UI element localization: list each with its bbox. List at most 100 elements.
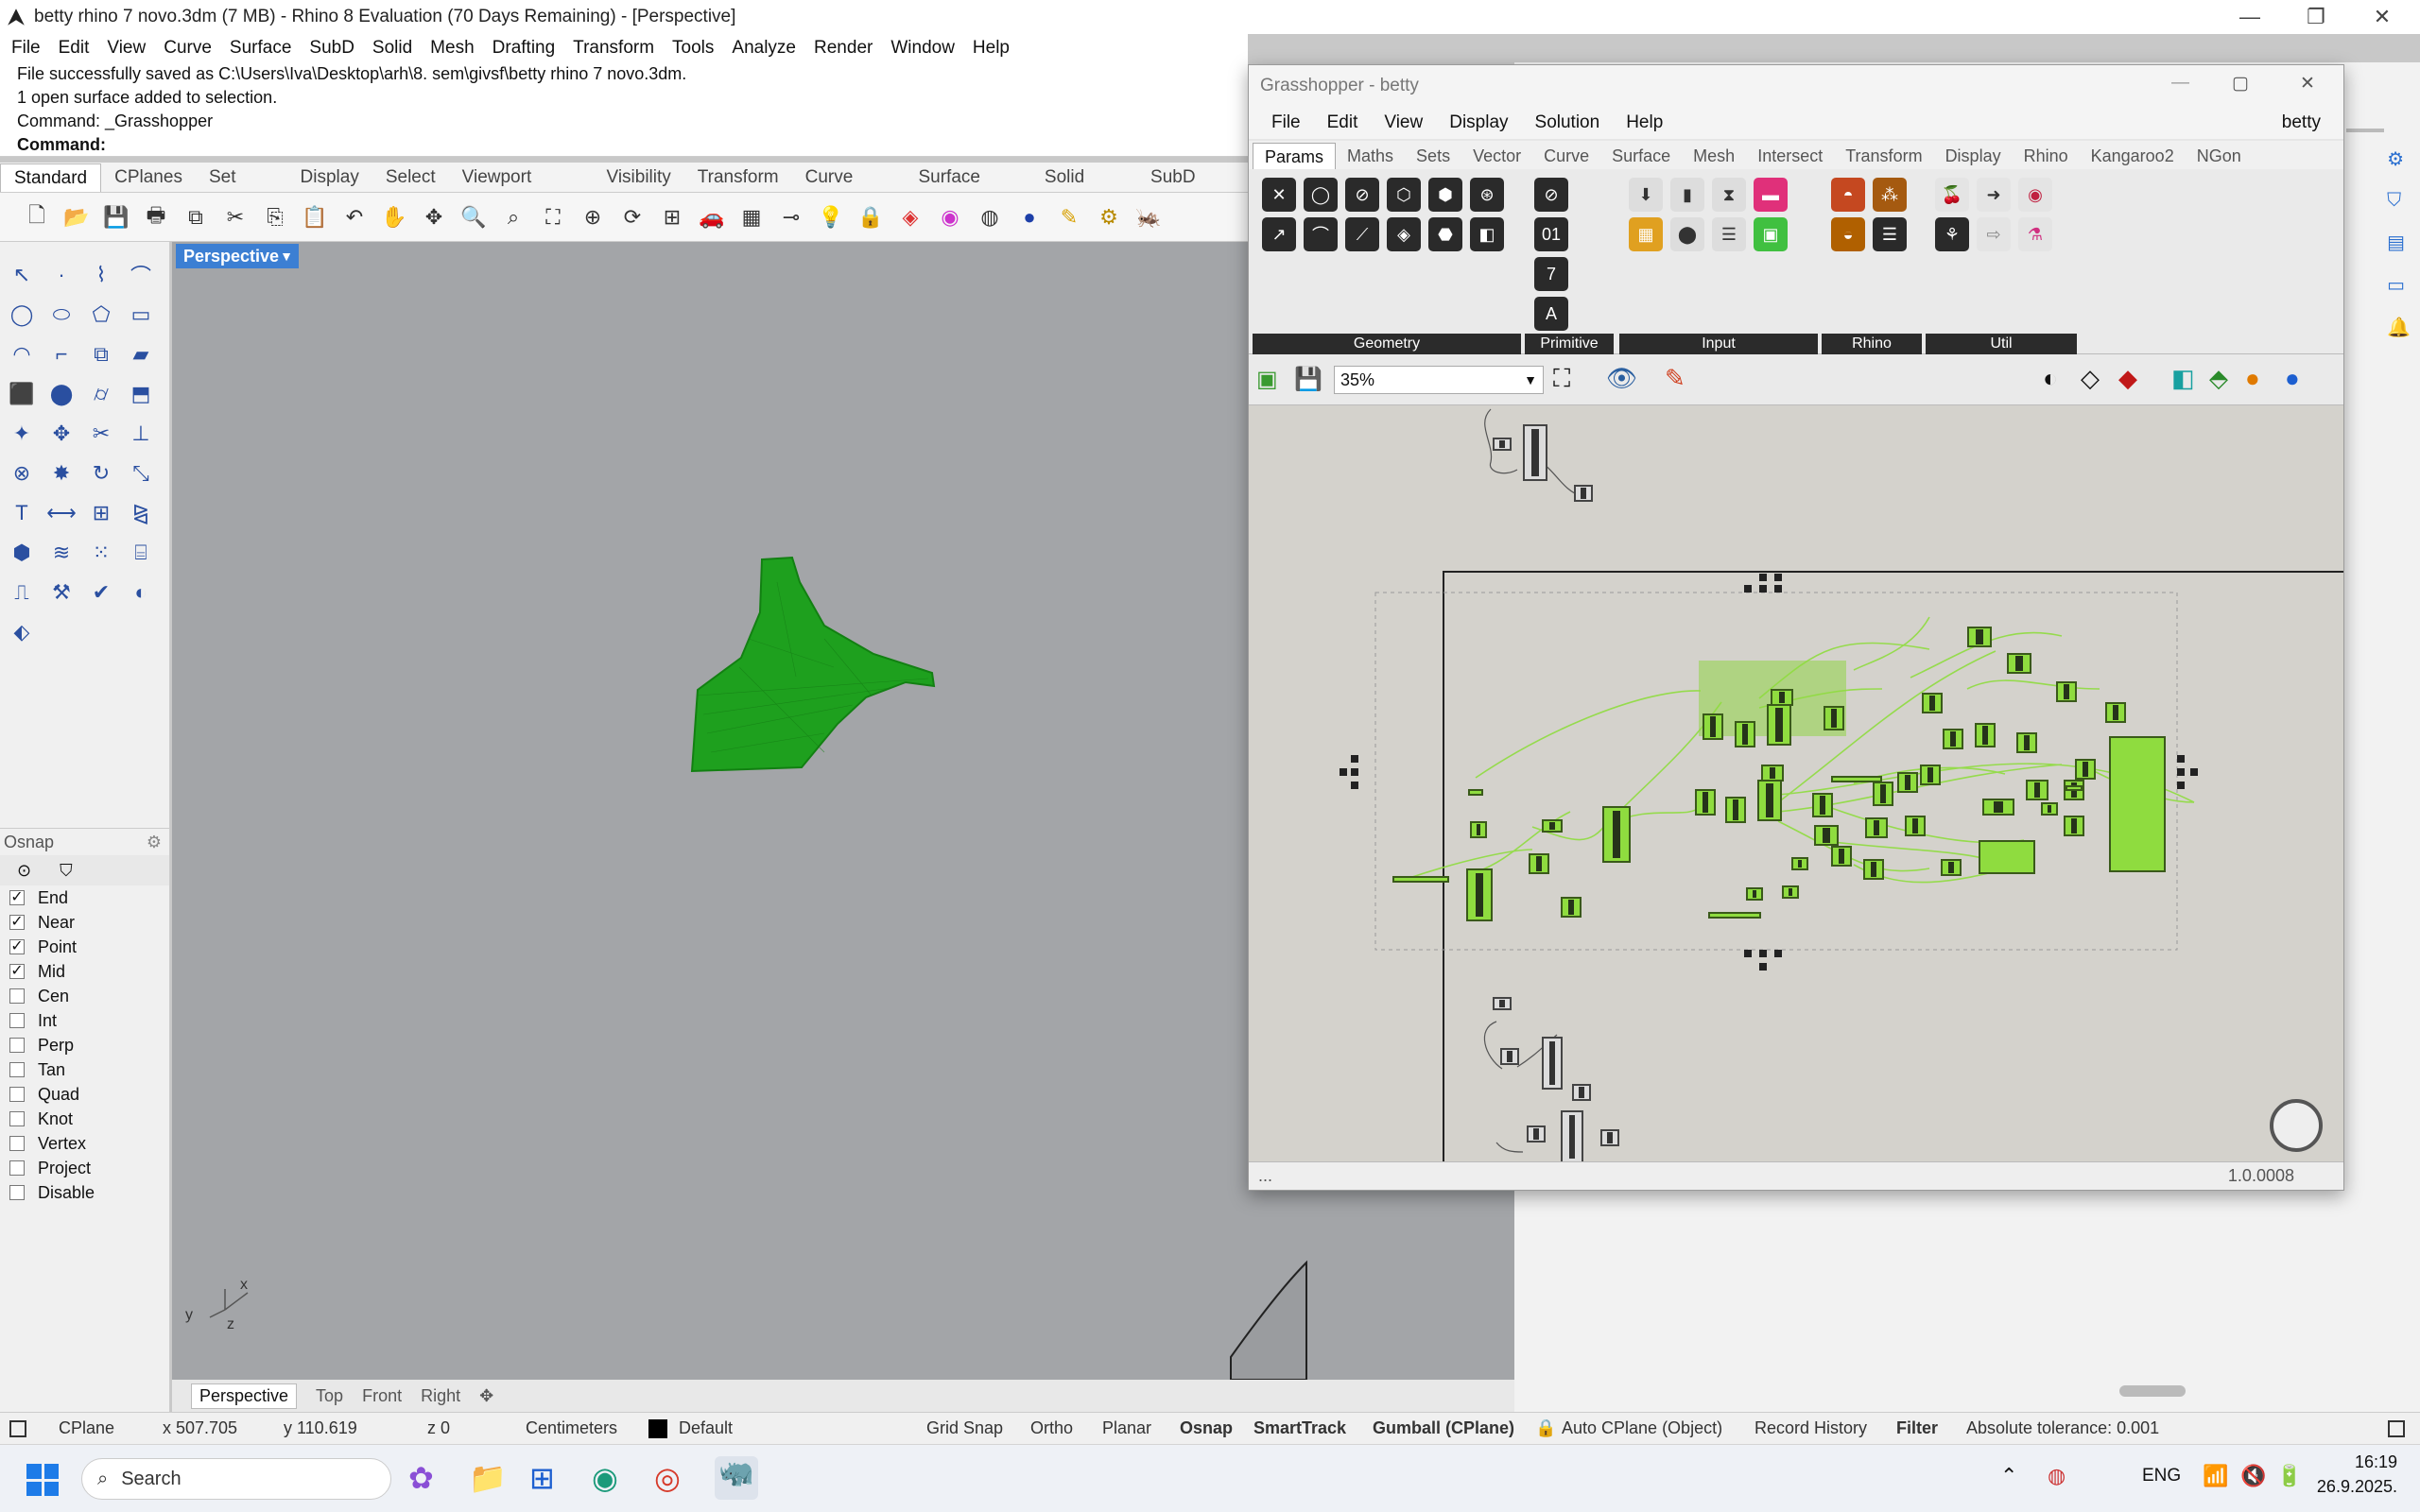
- gh-node[interactable]: [1791, 857, 1808, 870]
- gh-arc-param-icon[interactable]: ⌒: [1304, 217, 1338, 251]
- render-icon[interactable]: ◐: [125, 576, 157, 609]
- gh-render-icon[interactable]: ●: [2285, 364, 2300, 393]
- block-icon[interactable]: ⌸: [125, 537, 157, 569]
- toggle-planar[interactable]: Planar: [1102, 1418, 1151, 1438]
- gh-tab-transform[interactable]: Transform: [1834, 143, 1933, 169]
- four-viewports-icon[interactable]: ⊞: [656, 201, 688, 233]
- menu-help[interactable]: Help: [973, 38, 1010, 59]
- tab-viewport-layout[interactable]: Viewport Layout: [449, 163, 594, 215]
- osnap-checkbox[interactable]: ✓: [9, 890, 25, 905]
- vp-tab-perspective[interactable]: Perspective: [191, 1383, 298, 1409]
- gh-relay-arrow-icon[interactable]: ➜: [1977, 178, 2011, 212]
- chrome-icon[interactable]: ◎: [654, 1460, 681, 1496]
- gh-tab-rhino[interactable]: Rhino: [2013, 143, 2080, 169]
- extrude-icon[interactable]: ⬒: [125, 378, 157, 410]
- osnap-checkbox[interactable]: [9, 1185, 25, 1200]
- gh-node[interactable]: [1574, 485, 1593, 502]
- panel-toggle-icon[interactable]: [2388, 1420, 2405, 1437]
- mesh-surface[interactable]: [690, 556, 936, 773]
- gh-node[interactable]: [1831, 846, 1852, 867]
- gh-group-label[interactable]: Primitive: [1525, 334, 1614, 354]
- tab-visibility[interactable]: Visibility: [593, 163, 683, 192]
- toggle-filter[interactable]: Filter: [1896, 1418, 1938, 1438]
- vp-tab-top[interactable]: Top: [316, 1386, 343, 1406]
- edge-icon[interactable]: ◉: [592, 1460, 618, 1496]
- osnap-item-int[interactable]: Int: [0, 1008, 169, 1033]
- rotate-icon[interactable]: ⟳: [616, 201, 648, 233]
- gh-node[interactable]: [1975, 723, 1996, 747]
- tray-app-icon[interactable]: ◍: [2048, 1464, 2066, 1488]
- toggle-smarttrack[interactable]: SmartTrack: [1253, 1418, 1346, 1438]
- gh-cherry-icon[interactable]: 🍒: [1935, 178, 1969, 212]
- gh-swatch-icon[interactable]: ▣: [1754, 217, 1788, 251]
- toggle-ortho[interactable]: Ortho: [1030, 1418, 1073, 1438]
- gh-number-param-icon[interactable]: 7: [1534, 257, 1568, 291]
- ellipse-icon[interactable]: ⬭: [45, 299, 78, 331]
- gh-node[interactable]: [1527, 1125, 1546, 1143]
- gh-menu-view[interactable]: View: [1384, 112, 1423, 133]
- gh-node[interactable]: [1873, 782, 1893, 806]
- gh-reference-icon[interactable]: ⁂: [1873, 178, 1907, 212]
- copy-icon[interactable]: ⎘: [259, 201, 291, 233]
- layers-icon[interactable]: ▤: [2387, 231, 2411, 254]
- gh-node[interactable]: [1602, 806, 1631, 863]
- gh-slider-node[interactable]: [1708, 912, 1761, 919]
- gh-palette-icon[interactable]: ◉: [2018, 178, 2052, 212]
- pan-icon[interactable]: ✋: [378, 201, 410, 233]
- toggle-auto-cplane[interactable]: Auto CPlane (Object): [1562, 1418, 1722, 1438]
- menu-mesh[interactable]: Mesh: [430, 38, 474, 59]
- file-explorer-icon[interactable]: 📁: [469, 1460, 507, 1496]
- gh-field-param-icon[interactable]: ◧: [1470, 217, 1504, 251]
- gh-node[interactable]: [1561, 1110, 1583, 1161]
- zoom-selected-icon[interactable]: ⊕: [577, 201, 609, 233]
- gh-close-button[interactable]: ✕: [2300, 73, 2315, 94]
- gh-save-icon[interactable]: 💾: [1294, 366, 1322, 393]
- tab-solid-tools[interactable]: Solid Tools: [1031, 163, 1137, 215]
- gh-flask-icon[interactable]: ⚗: [2018, 217, 2052, 251]
- osnap-item-tan[interactable]: Tan: [0, 1057, 169, 1082]
- show-hidden-icons-icon[interactable]: ⌃: [2000, 1464, 2017, 1488]
- analyze-icon[interactable]: ⎍: [6, 576, 38, 609]
- tab-set-view[interactable]: Set View: [196, 163, 287, 215]
- rectangle-icon[interactable]: ▭: [125, 299, 157, 331]
- chevron-down-icon[interactable]: ▼: [280, 244, 293, 268]
- text-icon[interactable]: T: [6, 497, 38, 529]
- gh-menu-help[interactable]: Help: [1626, 112, 1663, 133]
- gh-tab-kangaroo2[interactable]: Kangaroo2: [2080, 143, 2186, 169]
- menu-solid[interactable]: Solid: [372, 38, 412, 59]
- osnap-item-vertex[interactable]: Vertex: [0, 1131, 169, 1156]
- menu-view[interactable]: View: [107, 38, 146, 59]
- new-icon[interactable]: 🗋: [21, 201, 53, 233]
- gh-menu-file[interactable]: File: [1271, 112, 1301, 133]
- gh-node[interactable]: [1523, 424, 1547, 481]
- gh-node[interactable]: [1905, 816, 1926, 836]
- status-units[interactable]: Centimeters: [526, 1418, 617, 1438]
- gh-zoom-select[interactable]: 35% ▼: [1334, 366, 1544, 394]
- zoom-window-icon[interactable]: ⌕: [497, 201, 529, 233]
- gh-slider-node[interactable]: [2066, 785, 2083, 791]
- gh-preview-off-icon[interactable]: ◐: [2043, 364, 2058, 393]
- osnap-item-end[interactable]: ✓ End: [0, 885, 169, 910]
- gh-open-icon[interactable]: ▣: [1256, 366, 1278, 393]
- maximize-button[interactable]: ❐: [2283, 0, 2349, 34]
- gh-zoom-extents-icon[interactable]: ⛶: [1553, 364, 1570, 394]
- gh-node[interactable]: [1493, 438, 1512, 451]
- undo-icon[interactable]: ↶: [338, 201, 371, 233]
- gh-tab-maths[interactable]: Maths: [1336, 143, 1405, 169]
- menu-surface[interactable]: Surface: [230, 38, 291, 59]
- tab-subd-tools[interactable]: SubD Tools: [1137, 163, 1248, 215]
- boolean-icon[interactable]: ✦: [6, 418, 38, 450]
- vp-tab-front[interactable]: Front: [362, 1386, 402, 1406]
- osnap-checkbox[interactable]: [9, 1111, 25, 1126]
- join-icon[interactable]: ⊗: [6, 457, 38, 490]
- gh-boolean-param-icon[interactable]: ⊘: [1534, 178, 1568, 212]
- gh-node[interactable]: [2016, 732, 2037, 753]
- gh-panel-node[interactable]: [1468, 789, 1483, 796]
- gh-node[interactable]: [1814, 825, 1839, 846]
- osnap-item-knot[interactable]: Knot: [0, 1107, 169, 1131]
- gh-node[interactable]: [1600, 1129, 1619, 1146]
- properties-icon[interactable]: ⚙: [2387, 147, 2411, 171]
- gh-preview-selected-icon[interactable]: ◆: [2118, 364, 2137, 393]
- gh-bake-icon[interactable]: ◓: [1831, 178, 1865, 212]
- menu-analyze[interactable]: Analyze: [732, 38, 796, 59]
